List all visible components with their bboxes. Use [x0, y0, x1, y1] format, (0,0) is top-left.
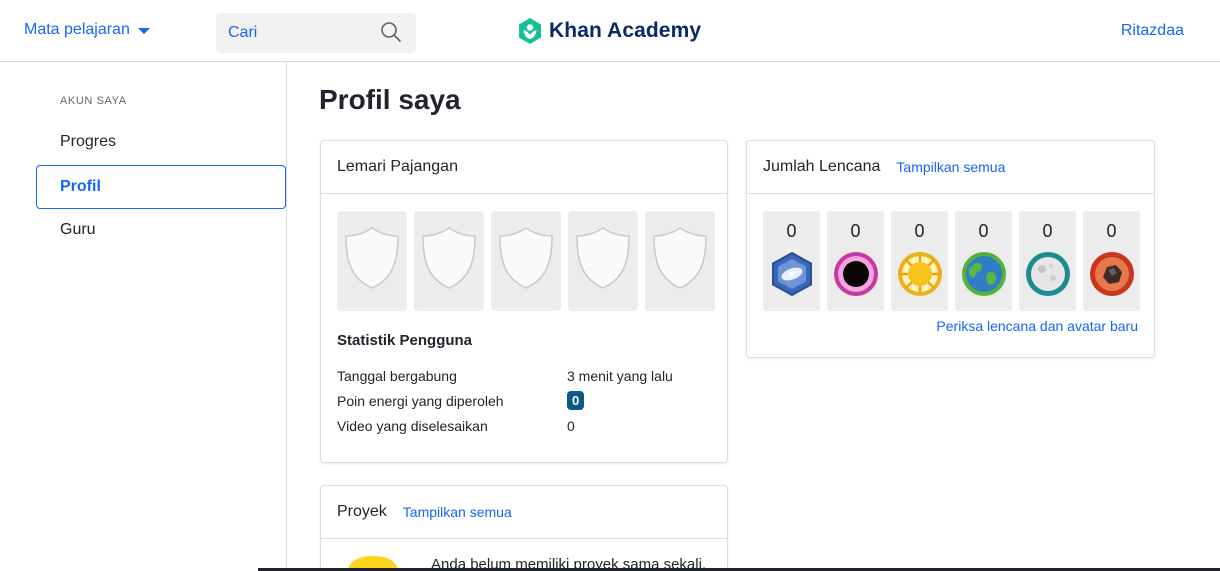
showcase-title: Lemari Pajangan [337, 158, 458, 175]
badge-count: 0 [978, 221, 989, 241]
badge-category-moon[interactable]: 0 [1019, 211, 1076, 311]
projects-show-all-link[interactable]: Tampilkan semua [403, 504, 512, 520]
stat-label-videos-completed: Video yang diselesaikan [337, 418, 488, 434]
sidebar-item-progress[interactable]: Progres [36, 120, 286, 164]
empty-shield-icon [576, 227, 630, 289]
empty-shield-icon [653, 227, 707, 289]
subjects-menu-label: Mata pelajaran [24, 21, 130, 38]
badge-count: 0 [914, 221, 925, 241]
showcase-slot[interactable] [414, 211, 484, 311]
badge-category-black-hole[interactable]: 0 [827, 211, 884, 311]
badge-count: 0 [1106, 221, 1117, 241]
energy-points-badge: 0 [567, 391, 585, 410]
moon-icon [1025, 252, 1070, 296]
logo-text: Khan Academy [549, 19, 702, 42]
stat-value-energy-points: 0 [567, 391, 585, 410]
stat-label-joined: Tanggal bergabung [337, 368, 457, 384]
showcase-card: Lemari Pajangan Statistik Pengguna Tangg… [320, 140, 728, 463]
search-icon[interactable] [380, 21, 402, 43]
sidebar-item-profile[interactable]: Profil [36, 165, 286, 209]
stat-value-videos-completed: 0 [567, 418, 575, 434]
empty-shield-icon [422, 227, 476, 289]
badge-categories: 0 0 0 0 0 0 [763, 211, 1140, 311]
earth-icon [961, 252, 1006, 296]
user-stats-title: Statistik Pengguna [337, 332, 473, 349]
subjects-menu-button[interactable]: Mata pelajaran [24, 21, 150, 39]
badge-count-card: Jumlah Lencana Tampilkan semua 0 0 0 0 0… [746, 140, 1155, 358]
top-header: Mata pelajaran Khan Academy Ritazdaa [0, 0, 1220, 62]
badge-category-meteorite[interactable]: 0 [1083, 211, 1140, 311]
badge-category-sun[interactable]: 0 [891, 211, 948, 311]
badge-card-title: Jumlah Lencana [763, 158, 881, 175]
badge-category-earth[interactable]: 0 [955, 211, 1012, 311]
meteorite-icon [1089, 252, 1134, 296]
badge-count: 0 [850, 221, 861, 241]
badges-show-all-link[interactable]: Tampilkan semua [896, 159, 1005, 175]
showcase-slot[interactable] [645, 211, 715, 311]
showcase-slot[interactable] [337, 211, 407, 311]
search-input[interactable] [216, 13, 376, 53]
badge-card-header: Jumlah Lencana Tampilkan semua [747, 141, 1154, 194]
empty-shield-icon [499, 227, 553, 289]
khan-academy-hexagon-icon [519, 18, 541, 44]
challenge-patch-icon [771, 251, 812, 297]
empty-shield-icon [345, 227, 399, 289]
badge-count: 0 [786, 221, 797, 241]
sun-icon [897, 252, 942, 296]
khan-academy-logo[interactable]: Khan Academy [516, 17, 701, 45]
stat-label-energy-points: Poin energi yang diperoleh [337, 393, 504, 409]
showcase-card-header: Lemari Pajangan [321, 141, 727, 194]
black-hole-icon [833, 252, 878, 296]
caret-down-icon [137, 28, 150, 34]
projects-card-header: Proyek Tampilkan semua [321, 486, 727, 539]
badge-category-challenge[interactable]: 0 [763, 211, 820, 311]
projects-card: Proyek Tampilkan semua Anda belum memili… [320, 485, 728, 571]
showcase-slots [337, 211, 715, 311]
sidebar-heading: AKUN SAYA [60, 95, 127, 107]
stat-value-joined: 3 menit yang lalu [567, 368, 673, 384]
new-badges-avatars-link[interactable]: Periksa lencana dan avatar baru [936, 318, 1138, 334]
page-title: Profil saya [319, 84, 461, 115]
account-sidebar: AKUN SAYA Progres Profil Guru [0, 62, 287, 571]
badge-count: 0 [1042, 221, 1053, 241]
sidebar-item-teacher[interactable]: Guru [36, 208, 286, 252]
showcase-slot[interactable] [568, 211, 638, 311]
projects-title: Proyek [337, 503, 387, 520]
user-menu-link[interactable]: Ritazdaa [1121, 22, 1184, 40]
showcase-slot[interactable] [491, 211, 561, 311]
